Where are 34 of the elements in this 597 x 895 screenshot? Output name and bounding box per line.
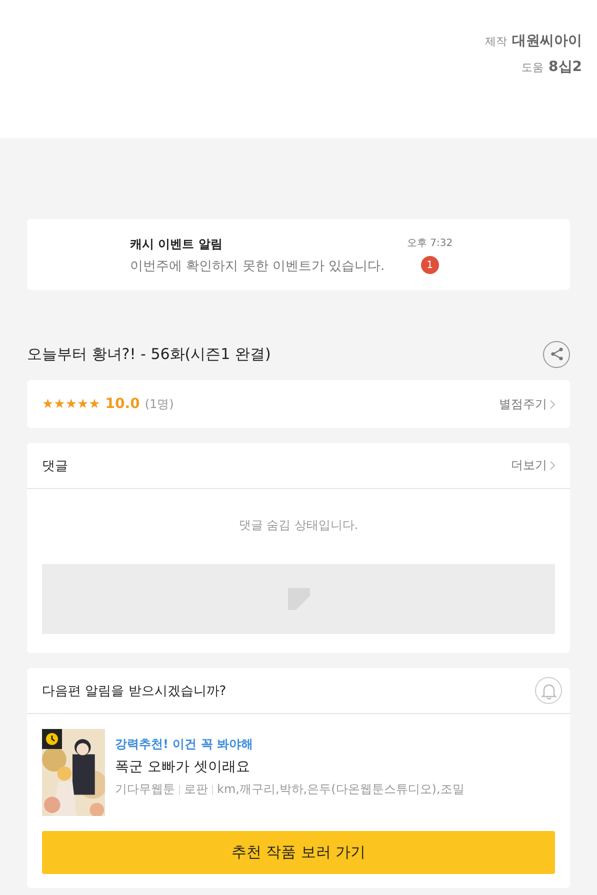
work-meta: km,깨구리,박하,은두(다온웹툰스튜디오),조밀 [217,781,464,798]
share-icon [548,346,564,362]
credit-label: 도움 [522,60,544,75]
count-badge: 1 [420,256,439,274]
bell-icon [540,682,558,700]
credit-name: 8십2 [548,58,582,76]
star-icon: ★ [76,396,89,412]
notification-title: 캐시 이벤트 알림 [130,236,224,253]
chevron-icon [550,400,555,408]
recommendation-tag: 강력추천! 이건 꼭 봐야해 [115,736,464,753]
rating-score: 10.0 [105,396,140,412]
credit-name: 대원씨아이 [512,32,582,50]
star-icon: ★ [42,396,54,412]
chevron-icon [550,461,555,470]
episode-title: 오늘부터 황녀?! - 56화(시즌1 완결) [27,344,271,364]
hidden-comments-message: 댓글 숨김 상태입니다. [238,517,358,534]
notification-question: 다음편 알림을 받으시겠습니까? [42,682,226,700]
notification-time: 오후 7:32 [407,237,453,250]
more-link[interactable]: 더보기 [511,457,555,474]
credit-label: 제작 [485,34,507,49]
star-icon: ★ [88,396,100,412]
recommend-button[interactable]: 추천 작품 보러 가기 [42,831,555,874]
clock-icon [42,729,62,749]
work-meta: 기다무웹툰 [115,781,175,798]
notification-message: 이번주에 확인하지 못한 이벤트가 있습니다. [130,258,386,275]
notification-card[interactable]: 캐시 이벤트 알림 이번주에 확인하지 못한 이벤트가 있습니다. 오후 7:32 1 [27,219,570,290]
star-icon: ★ [54,396,66,412]
work-title: 폭군 오빠가 셋이래요 [115,758,251,776]
rate-link[interactable]: 별점주기 [499,396,555,412]
share-button[interactable] [543,340,570,368]
star-icon: ★ [65,396,77,412]
section-title: 댓글 [42,458,68,474]
rating-count: (1명) [144,396,174,412]
work-meta: 로판 [184,781,208,798]
